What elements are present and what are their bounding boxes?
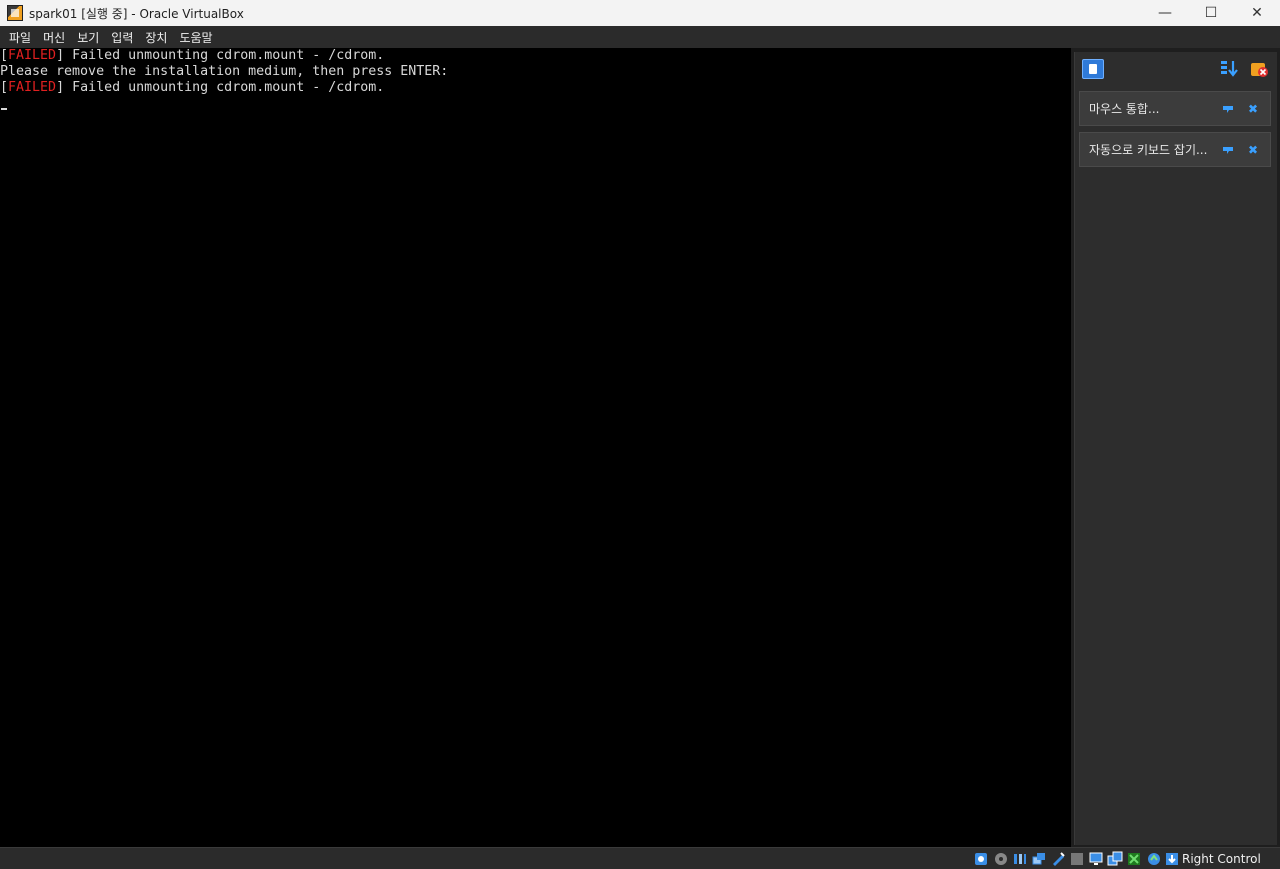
menu-devices[interactable]: 장치: [139, 26, 173, 48]
notification-text: 자동으로 키보드 잡기...: [1089, 143, 1208, 157]
menu-help[interactable]: 도움말: [173, 26, 218, 48]
close-icon[interactable]: ✖: [1246, 143, 1260, 157]
console-text: Failed unmounting cdrom.mount - /cdrom.: [64, 80, 385, 95]
text-cursor: [1, 108, 7, 110]
shared-folders-icon[interactable]: [1069, 851, 1085, 867]
recording-icon[interactable]: [1107, 851, 1123, 867]
menu-machine[interactable]: 머신: [37, 26, 71, 48]
notification-panel: 마우스 통합... ✖ 자동으로 키보드 잡기... ✖: [1074, 52, 1277, 845]
notification-text: 마우스 통합...: [1089, 102, 1160, 116]
mouse-integration-icon[interactable]: [1146, 851, 1162, 867]
display-icon[interactable]: [1088, 851, 1104, 867]
sort-order-icon[interactable]: [1218, 58, 1240, 80]
virtualbox-app-icon[interactable]: [7, 5, 23, 21]
menu-file[interactable]: 파일: [3, 26, 37, 48]
status-bar: Right Control: [0, 847, 1280, 869]
vm-display[interactable]: [FAILED] Failed unmounting cdrom.mount -…: [0, 48, 1071, 847]
close-icon[interactable]: ✖: [1246, 102, 1260, 116]
console-bracket: ]: [56, 48, 65, 63]
keep-icon[interactable]: [1222, 103, 1234, 115]
console-line: [FAILED] Failed unmounting cdrom.mount -…: [0, 48, 1071, 64]
console-bracket: ]: [56, 80, 65, 95]
failed-status: FAILED: [8, 80, 57, 95]
notification-mouse-integration[interactable]: 마우스 통합... ✖: [1079, 91, 1271, 126]
keep-icon[interactable]: [1222, 144, 1234, 156]
usb-icon[interactable]: [1050, 851, 1066, 867]
audio-icon[interactable]: [1012, 851, 1028, 867]
cpu-icon[interactable]: [1126, 851, 1142, 867]
maximize-button[interactable]: ☐: [1188, 0, 1234, 26]
minimize-button[interactable]: —: [1142, 0, 1188, 26]
console-bracket: [: [0, 48, 9, 63]
menu-bar: 파일 머신 보기 입력 장치 도움말: [0, 26, 1280, 48]
dismiss-all-icon[interactable]: [1248, 58, 1270, 80]
host-key-label[interactable]: Right Control: [1182, 851, 1261, 867]
notification-keyboard-capture[interactable]: 자동으로 키보드 잡기... ✖: [1079, 132, 1271, 167]
failed-status: FAILED: [8, 48, 57, 63]
console-text: Please remove the installation medium, t…: [0, 64, 449, 79]
console-line: [FAILED] Failed unmounting cdrom.mount -…: [0, 80, 1071, 96]
network-icon[interactable]: [1031, 851, 1047, 867]
title-bar: spark01 [실행 중] - Oracle VirtualBox — ☐ ✕: [0, 0, 1280, 26]
optical-drive-icon[interactable]: [993, 851, 1009, 867]
keyboard-capture-icon[interactable]: [1164, 851, 1180, 867]
console-line: Please remove the installation medium, t…: [0, 64, 1071, 80]
menu-view[interactable]: 보기: [71, 26, 105, 48]
notification-center: 마우스 통합... ✖ 자동으로 키보드 잡기... ✖: [1071, 48, 1280, 847]
console-text: Failed unmounting cdrom.mount - /cdrom.: [64, 48, 385, 63]
hard-disk-icon[interactable]: [973, 851, 989, 867]
window-title: spark01 [실행 중] - Oracle VirtualBox: [29, 6, 244, 21]
menu-input[interactable]: 입력: [105, 26, 139, 48]
console-bracket: [: [0, 80, 9, 95]
notification-center-icon[interactable]: [1082, 59, 1104, 79]
close-button[interactable]: ✕: [1234, 0, 1280, 26]
